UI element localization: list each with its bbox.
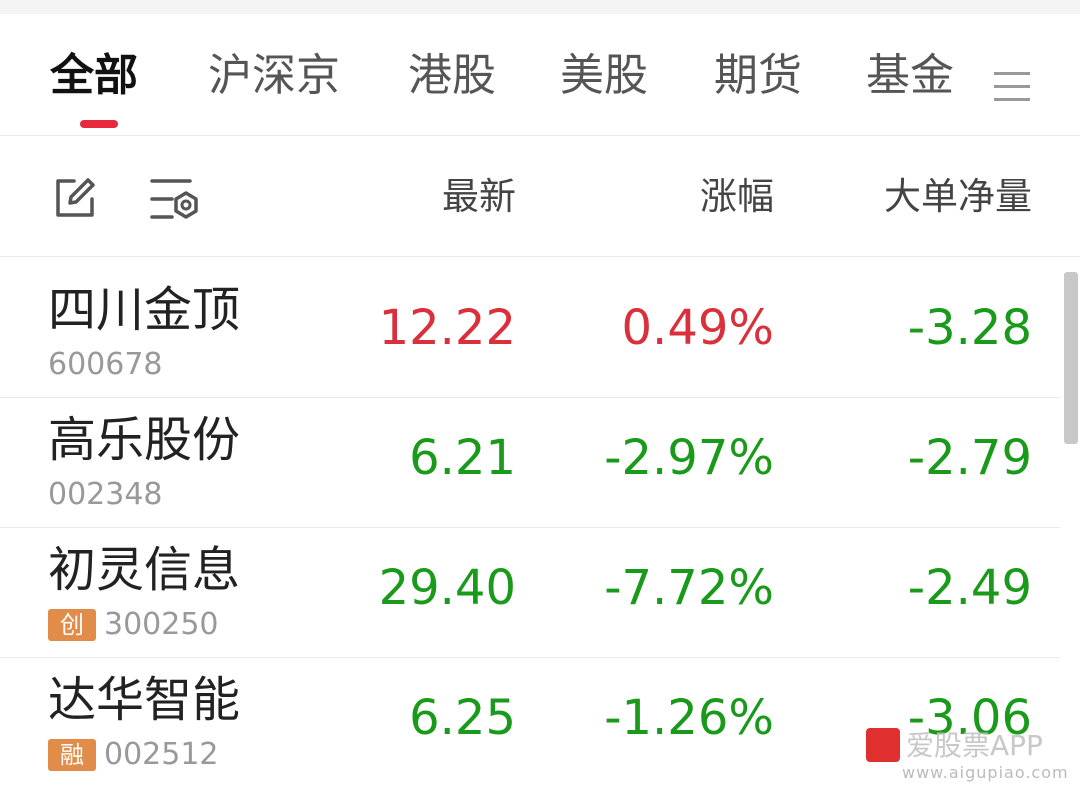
stock-name: 四川金顶 xyxy=(48,282,241,338)
change-percent: 0.49% xyxy=(621,300,774,356)
stock-name: 达华智能 xyxy=(48,672,241,728)
stock-code: 300250 xyxy=(104,607,219,642)
stock-name: 高乐股份 xyxy=(48,412,241,468)
latest-price: 6.21 xyxy=(409,430,516,486)
latest-price: 12.22 xyxy=(378,300,516,356)
net-flow: -2.49 xyxy=(907,560,1032,616)
latest-price: 6.25 xyxy=(409,690,516,746)
column-header-net-flow[interactable]: 大单净量 xyxy=(884,175,1032,219)
net-flow: -3.28 xyxy=(907,300,1032,356)
tab-hk-stocks[interactable]: 港股 xyxy=(408,50,496,102)
margin-badge: 融 xyxy=(48,739,96,771)
chinext-badge: 创 xyxy=(48,609,96,641)
filter-settings-icon[interactable] xyxy=(150,177,200,223)
scrollbar[interactable] xyxy=(1064,272,1078,444)
watermark-text: 爱股票APP xyxy=(906,729,1043,762)
stock-code: 002512 xyxy=(104,737,219,772)
change-percent: -1.26% xyxy=(604,690,774,746)
watermark-url: www.aigupiao.com xyxy=(902,763,1069,782)
latest-price: 29.40 xyxy=(378,560,516,616)
active-tab-indicator xyxy=(80,120,118,128)
tab-futures[interactable]: 期货 xyxy=(714,50,802,102)
status-strip xyxy=(0,0,1080,14)
tab-funds[interactable]: 基金 xyxy=(866,50,954,102)
watermark-logo-icon xyxy=(866,728,900,762)
tab-all[interactable]: 全部 xyxy=(50,50,138,102)
column-header-latest[interactable]: 最新 xyxy=(442,175,516,219)
tab-shanghai-shenzhen-beijing[interactable]: 沪深京 xyxy=(208,50,340,102)
stock-row[interactable]: 初灵信息 创 300250 29.40 -7.72% -2.49 xyxy=(0,528,1060,658)
watermark: 爱股票APP www.aigupiao.com xyxy=(866,726,1080,786)
stock-row[interactable]: 高乐股份 002348 6.21 -2.97% -2.79 xyxy=(0,398,1060,528)
edit-icon[interactable] xyxy=(52,175,98,221)
stock-code: 002348 xyxy=(48,477,163,512)
net-flow: -2.79 xyxy=(907,430,1032,486)
change-percent: -7.72% xyxy=(604,560,774,616)
column-header-change[interactable]: 涨幅 xyxy=(700,175,774,219)
menu-icon[interactable] xyxy=(994,72,1030,102)
stock-name: 初灵信息 xyxy=(48,542,241,598)
market-tab-bar: 全部 沪深京 港股 美股 期货 基金 xyxy=(0,14,1080,136)
stock-code: 600678 xyxy=(48,347,163,382)
change-percent: -2.97% xyxy=(604,430,774,486)
list-header: 最新 涨幅 大单净量 xyxy=(0,137,1080,257)
stock-row[interactable]: 四川金顶 600678 12.22 0.49% -3.28 xyxy=(0,268,1060,398)
tab-us-stocks[interactable]: 美股 xyxy=(560,50,648,102)
